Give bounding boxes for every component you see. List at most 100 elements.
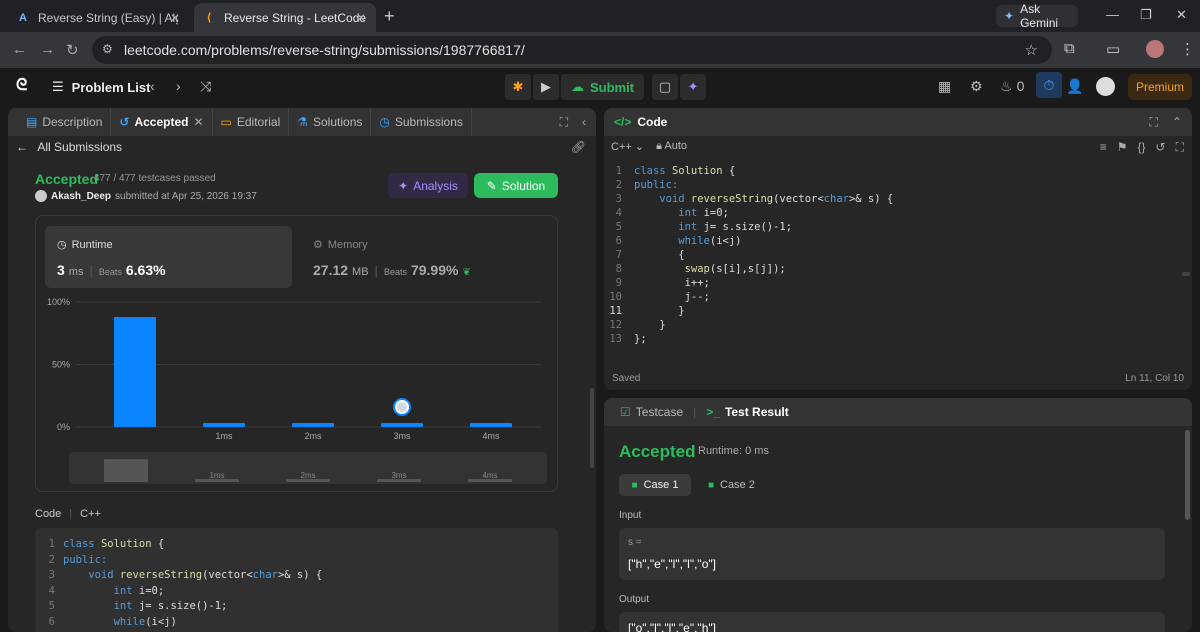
browser-tab-algomaster[interactable]: A Reverse String (Easy) | AlgoMaste ✕: [8, 3, 190, 32]
notes-icon[interactable]: ▢: [652, 74, 679, 100]
memory-card[interactable]: ⚙ Memory 27.12 MB | Beats 79.99% ❦: [301, 226, 548, 288]
avatar[interactable]: [35, 190, 47, 202]
navigator-tick-label: 4ms: [482, 471, 497, 480]
mode-value: Auto: [664, 140, 688, 152]
code-token: i++;: [634, 277, 710, 289]
browser-tab-bar: A Reverse String (Easy) | AlgoMaste ✕ ⟨ …: [0, 0, 1200, 32]
menu-dots-icon[interactable]: ⋮: [1180, 40, 1195, 58]
code-editor[interactable]: 1 class Solution {2 public: 3 void reverseS…: [604, 162, 1192, 362]
back-icon[interactable]: ←: [12, 41, 27, 58]
language-select[interactable]: C++ ⌄: [611, 140, 644, 153]
chart-range-navigator[interactable]: 1ms 2ms 3ms 4ms: [69, 452, 547, 484]
case-2-tab[interactable]: ■ Case 2: [708, 474, 755, 496]
leetcode-navbar: ᘓ ☰ Problem List ‹ › ⤨ ✱ ▶ ☁ Submit ▢ ✦ …: [0, 68, 1200, 106]
premium-button[interactable]: Premium: [1128, 74, 1192, 100]
code-label: Code: [35, 508, 62, 520]
streak-counter[interactable]: ♨ 0: [1000, 78, 1024, 95]
code-token: {: [722, 165, 736, 177]
braces-icon[interactable]: {}: [1138, 140, 1146, 155]
code-line: 13};: [604, 333, 646, 347]
scrollbar[interactable]: [1185, 430, 1190, 520]
window-close-icon[interactable]: ✕: [1176, 7, 1187, 23]
scrollbar[interactable]: [590, 388, 594, 468]
fullscreen-icon[interactable]: ⛶: [1176, 140, 1184, 155]
next-problem-icon[interactable]: ›: [176, 78, 181, 94]
user-avatar[interactable]: [1096, 77, 1115, 96]
problem-list-link[interactable]: ☰ Problem List: [52, 79, 150, 95]
reset-icon[interactable]: ↺: [1156, 140, 1166, 155]
minimize-icon[interactable]: —: [1106, 7, 1119, 22]
solution-button[interactable]: ✎ Solution: [474, 173, 558, 198]
chart-bar[interactable]: [381, 423, 423, 427]
tab-description[interactable]: ▤ Description: [18, 108, 112, 136]
timer-icon[interactable]: ⏱: [1036, 72, 1062, 98]
cast-icon[interactable]: ▭: [1106, 40, 1120, 58]
tab-accepted[interactable]: ↺ Accepted ✕: [111, 108, 213, 136]
autocomplete-mode[interactable]: 🔒︎ Auto: [656, 140, 687, 153]
code-line: 4 int i=0;: [604, 207, 729, 221]
tab-editorial[interactable]: ▭ Editorial: [213, 108, 290, 136]
browser-tab-leetcode[interactable]: ⟨ Reverse String - LeetCode ✕: [194, 3, 376, 32]
format-icon[interactable]: ≡: [1100, 140, 1107, 155]
navigator-tick-label: 1ms: [209, 471, 224, 480]
all-submissions-link[interactable]: ← All Submissions: [16, 140, 122, 154]
layout-icon[interactable]: ▦: [938, 78, 951, 95]
collapse-panel-icon[interactable]: ⌃: [1172, 115, 1182, 130]
line-number: 10: [609, 291, 622, 303]
bookmark-icon[interactable]: ⚑: [1117, 140, 1128, 155]
ask-gemini-button[interactable]: ✦ Ask Gemini: [996, 2, 1078, 30]
line-number: 3: [48, 569, 55, 581]
analysis-button[interactable]: ✦ Analysis: [388, 173, 468, 198]
bookmark-star-icon[interactable]: ☆: [1025, 41, 1038, 59]
runtime-card[interactable]: ◷ Runtime 3 ms | Beats 6.63%: [45, 226, 292, 288]
add-user-icon[interactable]: 👤: [1066, 78, 1083, 95]
maximize-icon[interactable]: ❐: [1140, 7, 1152, 23]
maximize-panel-icon[interactable]: ⛶: [1150, 115, 1158, 130]
debug-icon[interactable]: ✱: [505, 74, 531, 100]
submit-button[interactable]: ☁ Submit: [561, 74, 645, 100]
leetcode-logo-icon[interactable]: ᘓ: [16, 77, 36, 97]
extensions-icon[interactable]: ⧉: [1064, 40, 1075, 57]
code-token: (i<j): [145, 615, 177, 628]
chart-bar[interactable]: [292, 423, 334, 427]
browser-tab-title: Reverse String (Easy) | AlgoMaste: [38, 10, 178, 25]
line-number: 7: [615, 249, 622, 261]
close-icon[interactable]: ✕: [170, 11, 180, 25]
tab-solutions[interactable]: ⚗ Solutions: [289, 108, 372, 136]
tab-testcase[interactable]: ☑ Testcase: [614, 405, 689, 419]
address-bar[interactable]: ⚙ leetcode.com/problems/reverse-string/s…: [92, 36, 1052, 64]
share-link-icon[interactable]: 🔗︎: [571, 140, 586, 154]
case-1-tab[interactable]: ■ Case 1: [619, 474, 691, 496]
username[interactable]: Akash_Deep: [51, 191, 111, 202]
prev-problem-icon[interactable]: ‹: [150, 78, 155, 94]
tab-submissions[interactable]: ◷ Submissions: [371, 108, 472, 136]
close-icon[interactable]: ✕: [356, 11, 366, 25]
code-line: 12 }: [604, 319, 665, 333]
site-info-icon[interactable]: ⚙: [102, 42, 113, 56]
close-tab-icon[interactable]: ✕: [193, 115, 203, 129]
profile-avatar[interactable]: [1146, 40, 1164, 58]
settings-gear-icon[interactable]: ⚙: [970, 78, 983, 95]
check-icon: ■: [708, 479, 715, 491]
forward-icon[interactable]: →: [40, 41, 55, 58]
chart-bar[interactable]: [114, 317, 156, 427]
tab-test-result[interactable]: >_ Test Result: [700, 405, 794, 419]
solution-label: Solution: [501, 178, 546, 193]
code-token: (vector<: [773, 193, 824, 205]
collapse-panel-icon[interactable]: ‹: [582, 115, 586, 130]
maximize-panel-icon[interactable]: ⛶: [560, 115, 568, 130]
reload-icon[interactable]: ↻: [66, 41, 79, 59]
test-result-panel: ☑ Testcase | >_ Test Result Accepted Run…: [604, 398, 1192, 632]
ai-sparkle-icon[interactable]: ✦: [680, 74, 707, 100]
chart-bar[interactable]: [470, 423, 512, 427]
chart-bar[interactable]: [203, 423, 245, 427]
run-icon[interactable]: ▶: [533, 74, 559, 100]
code-token: {: [151, 538, 165, 550]
problem-list-label: Problem List: [71, 79, 151, 95]
new-tab-button[interactable]: +: [384, 6, 395, 27]
shuffle-icon[interactable]: ⤨: [200, 78, 211, 95]
